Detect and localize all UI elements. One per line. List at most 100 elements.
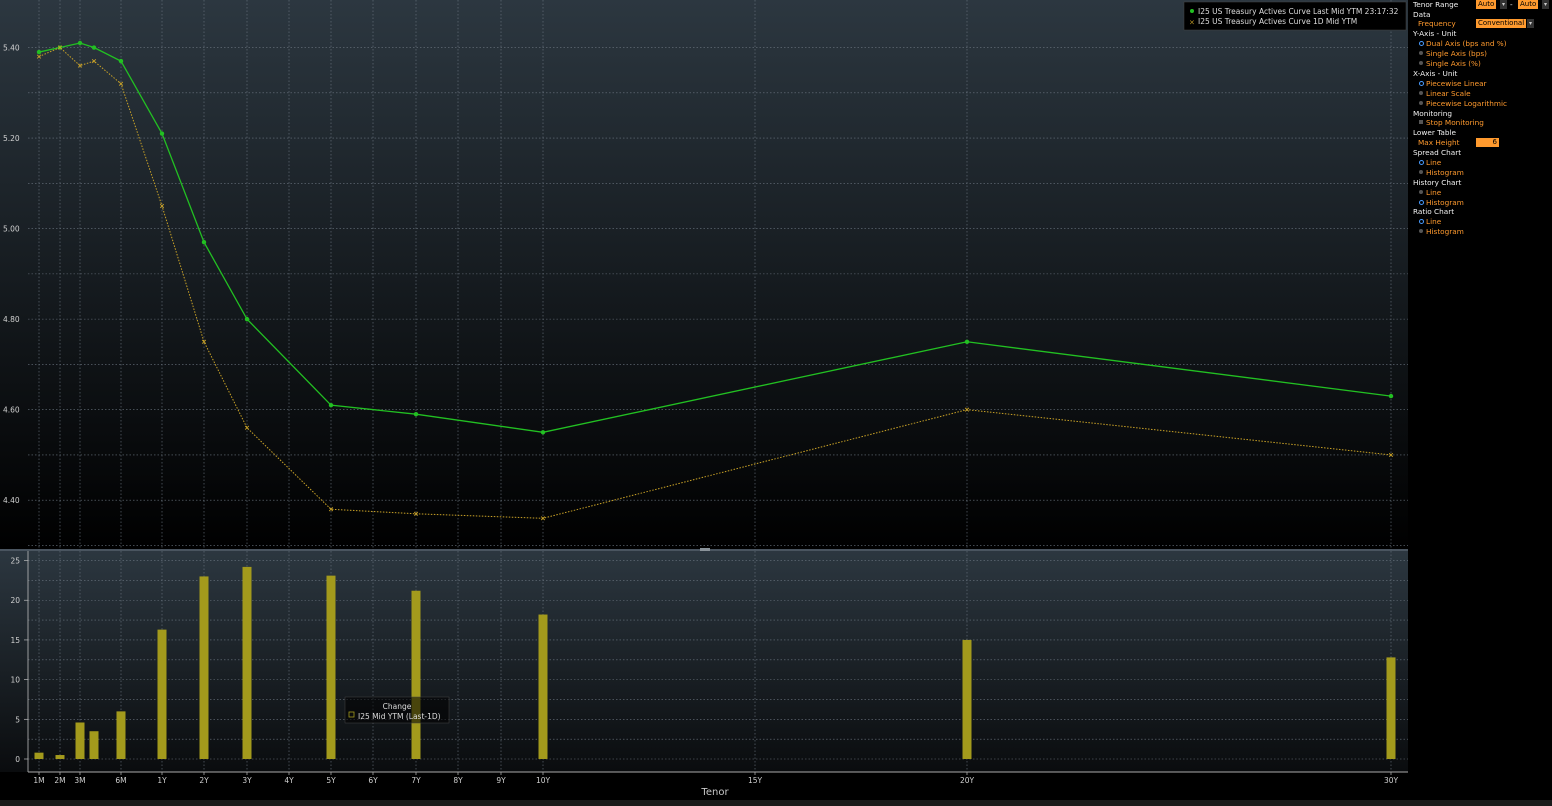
y-tick-label-upper: 5.00 bbox=[3, 225, 20, 234]
radio-spread-histogram[interactable] bbox=[1419, 170, 1423, 174]
lower-plot-background bbox=[0, 550, 1408, 772]
series-point-last[interactable] bbox=[413, 411, 419, 417]
lower-legend: Change I25 Mid YTM (Last-1D) bbox=[344, 696, 450, 724]
bar-7Y[interactable] bbox=[411, 590, 421, 759]
xaxis-unit-label: X-Axis - Unit bbox=[1413, 69, 1458, 78]
radio-piecewise-log[interactable] bbox=[1419, 101, 1423, 105]
tenor-to-chevron-down-icon[interactable]: ▾ bbox=[1542, 0, 1549, 9]
lower-table-label: Lower Table bbox=[1413, 128, 1457, 137]
y-tick-label-upper: 4.60 bbox=[3, 406, 20, 415]
series-point-last[interactable] bbox=[1388, 393, 1394, 399]
spread-chart-label: Spread Chart bbox=[1413, 148, 1462, 157]
yield-curve-chart: 4.40 4.60 4.80 5.00 5.20 5.40 0 5 10 15 20 25 1M 2M… bbox=[0, 0, 1408, 800]
series-point-last[interactable] bbox=[964, 339, 970, 344]
radio-ratio-line[interactable] bbox=[1419, 219, 1424, 224]
y-tick-label-upper: 5.40 bbox=[3, 44, 20, 53]
bar-4M[interactable] bbox=[89, 731, 99, 759]
option-piecewise-linear[interactable]: Piecewise Linear bbox=[1426, 79, 1487, 89]
bar-10Y[interactable] bbox=[538, 614, 548, 759]
y-tick-label-lower: 25 bbox=[10, 557, 20, 566]
x-tick-label: 20Y bbox=[960, 776, 975, 785]
status-bar bbox=[0, 800, 1552, 806]
option-spread-line[interactable]: Line bbox=[1426, 158, 1441, 168]
checkbox-stop-monitoring[interactable] bbox=[1419, 120, 1423, 124]
bar-3Y[interactable] bbox=[242, 566, 252, 759]
upper-plot-background bbox=[0, 0, 1408, 550]
radio-dual-axis[interactable] bbox=[1419, 41, 1424, 46]
option-history-line[interactable]: Line bbox=[1426, 188, 1441, 198]
ratio-chart-label: Ratio Chart bbox=[1413, 207, 1455, 216]
radio-history-line[interactable] bbox=[1419, 190, 1423, 194]
frequency-chevron-down-icon[interactable]: ▾ bbox=[1527, 19, 1534, 28]
lower-legend-label: I25 Mid YTM (Last-1D) bbox=[358, 712, 441, 721]
radio-history-histogram[interactable] bbox=[1419, 200, 1424, 205]
y-tick-label-upper: 5.20 bbox=[3, 134, 20, 143]
x-tick-label: 5Y bbox=[326, 776, 336, 785]
x-tick-label: 30Y bbox=[1384, 776, 1399, 785]
y-tick-label-lower: 10 bbox=[10, 676, 20, 685]
radio-single-axis-pct[interactable] bbox=[1419, 61, 1423, 65]
x-tick-label: 3M bbox=[74, 776, 85, 785]
radio-piecewise-linear[interactable] bbox=[1419, 81, 1424, 86]
bar-1M[interactable] bbox=[34, 752, 44, 759]
series-point-last[interactable] bbox=[328, 402, 334, 408]
option-spread-histogram[interactable]: Histogram bbox=[1426, 168, 1464, 178]
x-tick-label: 15Y bbox=[748, 776, 763, 785]
bar-5Y[interactable] bbox=[326, 575, 336, 759]
tenor-range-label: Tenor Range bbox=[1413, 0, 1459, 9]
x-tick-label: 6M bbox=[115, 776, 126, 785]
bar-30Y[interactable] bbox=[1386, 657, 1396, 759]
yield-curve-app: 4.40 4.60 4.80 5.00 5.20 5.40 0 5 10 15 20 25 1M 2M… bbox=[0, 0, 1552, 806]
radio-ratio-histogram[interactable] bbox=[1419, 229, 1423, 233]
frequency-dropdown[interactable]: Conventional bbox=[1476, 19, 1527, 28]
x-tick-label: 10Y bbox=[536, 776, 551, 785]
pane-splitter-handle[interactable] bbox=[700, 548, 710, 551]
option-linear-scale[interactable]: Linear Scale bbox=[1426, 89, 1471, 99]
bar-2M[interactable] bbox=[55, 755, 65, 759]
legend-label-last: I25 US Treasury Actives Curve Last Mid Y… bbox=[1198, 7, 1399, 16]
series-point-last[interactable] bbox=[540, 430, 546, 435]
frequency-label: Frequency bbox=[1418, 19, 1456, 28]
radio-single-axis-bps[interactable] bbox=[1419, 51, 1423, 55]
bar-3M[interactable] bbox=[75, 722, 85, 759]
radio-spread-line[interactable] bbox=[1419, 160, 1424, 165]
max-height-input[interactable]: 6 bbox=[1476, 138, 1499, 147]
legend-dot-last bbox=[1190, 9, 1194, 13]
bar-1Y[interactable] bbox=[157, 629, 167, 759]
option-piecewise-log[interactable]: Piecewise Logarithmic bbox=[1426, 99, 1507, 109]
x-tick-label: 3Y bbox=[242, 776, 252, 785]
y-tick-label-lower: 0 bbox=[15, 755, 20, 764]
option-ratio-histogram[interactable]: Histogram bbox=[1426, 227, 1464, 237]
x-axis-label: Tenor bbox=[700, 787, 729, 798]
radio-linear-scale[interactable] bbox=[1419, 91, 1423, 95]
series-point-last[interactable] bbox=[159, 131, 165, 136]
series-point-last[interactable] bbox=[77, 40, 83, 46]
bar-6M[interactable] bbox=[116, 711, 126, 759]
series-point-last[interactable] bbox=[244, 316, 250, 322]
series-point-last[interactable] bbox=[201, 239, 207, 245]
tenor-to-dropdown[interactable]: Auto bbox=[1518, 0, 1539, 9]
option-single-axis-bps[interactable]: Single Axis (bps) bbox=[1426, 49, 1487, 59]
series-point-last[interactable] bbox=[36, 49, 42, 55]
lower-legend-title: Change bbox=[383, 702, 412, 711]
upper-legend: I25 US Treasury Actives Curve Last Mid Y… bbox=[1183, 1, 1407, 31]
x-tick-label: 8Y bbox=[453, 776, 463, 785]
y-tick-label-upper: 4.80 bbox=[3, 315, 20, 324]
series-point-last[interactable] bbox=[118, 58, 124, 64]
option-single-axis-pct[interactable]: Single Axis (%) bbox=[1426, 59, 1481, 69]
y-tick-label-lower: 15 bbox=[10, 636, 20, 645]
legend-label-1d: I25 US Treasury Actives Curve 1D Mid YTM bbox=[1198, 17, 1357, 26]
tenor-from-chevron-down-icon[interactable]: ▾ bbox=[1500, 0, 1507, 9]
history-chart-label: History Chart bbox=[1413, 178, 1462, 187]
bar-20Y[interactable] bbox=[962, 639, 972, 759]
legend-x-marker: × bbox=[1189, 19, 1195, 27]
series-point-last[interactable] bbox=[91, 45, 97, 50]
option-ratio-line[interactable]: Line bbox=[1426, 217, 1441, 227]
option-dual-axis[interactable]: Dual Axis (bps and %) bbox=[1426, 39, 1507, 49]
tenor-from-dropdown[interactable]: Auto bbox=[1476, 0, 1497, 9]
option-stop-monitoring[interactable]: Stop Monitoring bbox=[1426, 118, 1484, 128]
bar-2Y[interactable] bbox=[199, 576, 209, 759]
x-tick-label: 1M bbox=[33, 776, 44, 785]
y-tick-label-lower: 5 bbox=[15, 715, 20, 724]
x-tick-label: 2M bbox=[54, 776, 65, 785]
